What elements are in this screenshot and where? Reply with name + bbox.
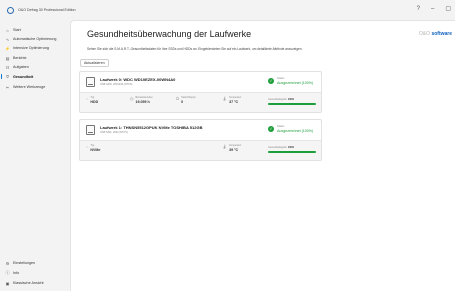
thermometer-icon: 🌡︎: [222, 144, 228, 149]
metric-label: Temperatur: [229, 144, 242, 147]
sidebar-item-label: Weitere Werkzeuge: [13, 85, 46, 89]
metric-starts: ⏻ Starts/Stopps 0: [176, 96, 196, 104]
sidebar-item-label: Klassische Ansicht: [13, 281, 44, 285]
sidebar: ⌂ Start ∿ Automatische Optimierung ⚡ Int…: [0, 20, 70, 291]
brand-name: software: [431, 31, 452, 37]
drive-name: Laufwerk 0: WDC WD10EZEX-00WN4A0: [100, 77, 176, 82]
status-label: Status: [277, 77, 285, 80]
hard-drive-icon: [86, 125, 95, 135]
metric-temperature: 🌡︎ Temperatur 39 °C: [222, 144, 241, 152]
metric-type: ◌ Typ HDD: [86, 96, 98, 104]
clock-icon: ◷: [130, 96, 134, 101]
sidebar-item-info[interactable]: ⓘ Info: [5, 270, 20, 276]
health-row: Gesundheitsgrad: 100%: [268, 98, 294, 101]
metric-temperature: 🌡︎ Temperatur 37 °C: [222, 96, 241, 104]
metric-hours: ◷ Betriebsstunden 19.059 h: [130, 96, 153, 104]
wave-icon: ∿: [5, 36, 10, 42]
drive-card[interactable]: Laufwerk 1: THNSN5512GPUK NVMe TOSHIBA 5…: [79, 119, 322, 161]
sidebar-item-label: Intensive Optimierung: [13, 46, 49, 50]
check-circle-icon: ✓: [268, 126, 274, 132]
title-bar: O&O Defrag 30 Professional Edition ? – ▢: [0, 0, 455, 20]
check-circle-icon: ✓: [268, 78, 274, 84]
metric-value: NVMe: [90, 148, 101, 152]
clipboard-icon: ☷: [5, 64, 10, 70]
metric-label: Starts/Stopps: [181, 96, 196, 99]
home-icon: ⌂: [6, 27, 9, 33]
metric-label: Betriebsstunden: [135, 96, 153, 99]
health-progress-bar: [268, 151, 316, 153]
thermometer-icon: 🌡︎: [222, 96, 228, 101]
metric-value: 39 °C: [229, 148, 239, 152]
sidebar-item-start[interactable]: ⌂ Start: [5, 27, 21, 33]
power-icon: ⏻: [176, 96, 180, 101]
drive-subtitle: USB SSD, 2022 (NTFS): [100, 131, 128, 134]
metric-label: Typ: [90, 144, 95, 147]
metric-value: 37 °C: [229, 100, 239, 104]
sidebar-item-berichte[interactable]: ▤ Berichte: [5, 55, 27, 61]
drive-card-header: Laufwerk 1: THNSN5512GPUK NVMe TOSHIBA 5…: [80, 120, 321, 141]
lightning-icon: ⚡: [5, 45, 10, 51]
window-controls: ? – ▢: [417, 5, 451, 13]
page-title: Gesundheitsüberwachung der Laufwerke: [87, 29, 252, 39]
health-progress-fill: [268, 151, 316, 153]
main-panel: Gesundheitsüberwachung der Laufwerke O&O…: [70, 20, 455, 291]
sidebar-item-label: Einstellungen: [13, 261, 36, 265]
sidebar-item-intensive-optimierung[interactable]: ⚡ Intensive Optimierung: [5, 45, 49, 51]
health-label: Gesundheitsgrad:: [268, 98, 287, 101]
classic-view-icon: ▣: [5, 280, 10, 286]
gear-icon: ⚙: [5, 260, 10, 266]
brand-prefix: O&O: [418, 31, 431, 37]
info-icon: ⓘ: [5, 270, 10, 275]
minimize-icon[interactable]: –: [431, 6, 434, 12]
status-label: Status: [277, 125, 285, 128]
status-value: Ausgezeichnet (100%): [277, 81, 314, 85]
sidebar-item-label: Info: [13, 271, 20, 275]
metric-label: Typ: [90, 96, 95, 99]
health-label: Gesundheitsgrad:: [268, 146, 287, 149]
metric-label: Temperatur: [229, 96, 242, 99]
health-row: Gesundheitsgrad: 100%: [268, 146, 294, 149]
sidebar-item-weitere-werkzeuge[interactable]: ✂ Weitere Werkzeuge: [5, 84, 45, 90]
health-progress-fill: [268, 103, 316, 105]
hard-drive-icon: [86, 77, 95, 87]
sidebar-item-label: Automatische Optimierung: [13, 37, 57, 41]
sidebar-item-label: Aufgaben: [13, 65, 29, 69]
metric-value: 0: [181, 100, 184, 104]
sidebar-item-klassische-ansicht[interactable]: ▣ Klassische Ansicht: [5, 280, 44, 286]
metric-value: HDD: [90, 100, 99, 104]
active-indicator: [1, 74, 3, 79]
sidebar-item-label: Start: [13, 28, 21, 32]
health-value: 100%: [287, 146, 294, 149]
sidebar-item-automatische-optimierung[interactable]: ∿ Automatische Optimierung: [5, 36, 57, 42]
metric-type: ◌ Typ NVMe: [86, 144, 100, 152]
chart-icon: ▤: [5, 55, 10, 61]
app-logo-icon: [7, 6, 14, 14]
metric-value: 19.059 h: [135, 100, 150, 104]
drive-subtitle: USB HDD, WD1234 (NTFS): [100, 83, 133, 86]
sidebar-item-aufgaben[interactable]: ☷ Aufgaben: [5, 64, 29, 70]
tools-icon: ✂: [5, 84, 10, 90]
sidebar-item-einstellungen[interactable]: ⚙ Einstellungen: [5, 260, 35, 266]
sidebar-item-label: Berichte: [13, 56, 27, 60]
restore-icon[interactable]: ▢: [445, 5, 451, 12]
health-value: 100%: [287, 98, 294, 101]
sidebar-item-gesundheit[interactable]: ♡ Gesundheit: [5, 74, 34, 80]
brand-logo: O&O software: [419, 31, 452, 37]
sidebar-item-label: Gesundheit: [13, 74, 34, 79]
window-title: O&O Defrag 30 Professional Edition: [18, 8, 76, 12]
refresh-button[interactable]: Aktualisieren: [80, 59, 109, 67]
health-progress-bar: [268, 103, 316, 105]
drive-name: Laufwerk 1: THNSN5512GPUK NVMe TOSHIBA 5…: [100, 125, 203, 130]
drive-card-header: Laufwerk 0: WDC WD10EZEX-00WN4A0 USB HDD…: [80, 72, 321, 93]
heart-pulse-icon: ♡: [5, 74, 10, 79]
page-description: Sehen Sie sich die S.M.A.R.T.-Gesundheit…: [87, 47, 303, 51]
drive-card[interactable]: Laufwerk 0: WDC WD10EZEX-00WN4A0 USB HDD…: [79, 71, 322, 113]
disk-type-icon: ◌: [86, 96, 89, 101]
disk-type-icon: ◌: [86, 144, 89, 149]
help-icon[interactable]: ?: [417, 6, 420, 12]
status-value: Ausgezeichnet (100%): [277, 129, 314, 133]
